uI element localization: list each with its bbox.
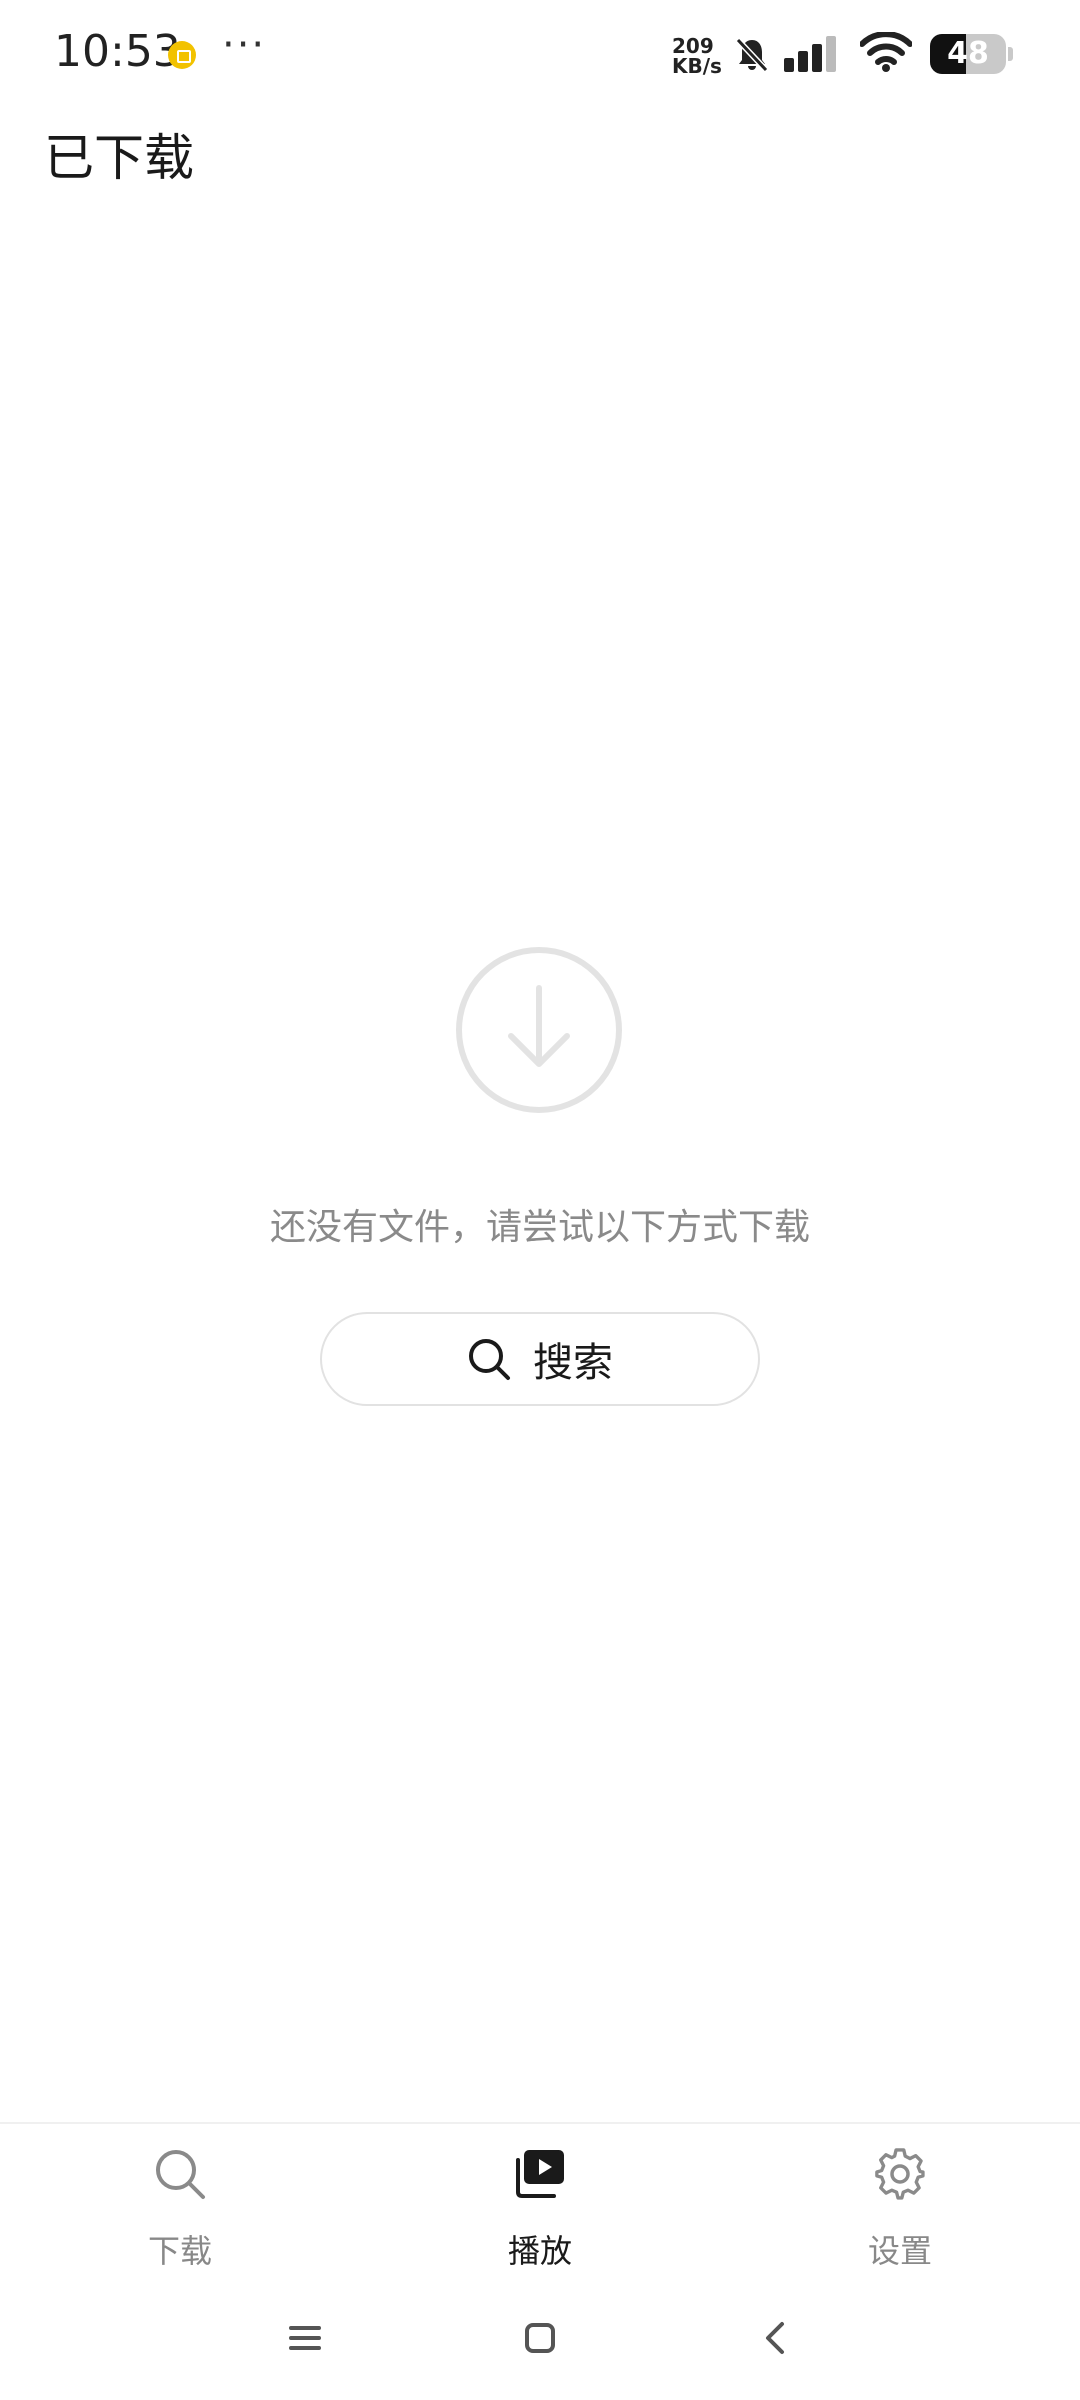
nav-label-play: 播放: [507, 2232, 572, 2270]
nav-label-download: 下载: [147, 2232, 212, 2270]
back-icon[interactable]: [736, 2298, 816, 2378]
empty-message: 还没有文件，请尝试以下方式下载: [269, 1207, 810, 1248]
gear-icon: [875, 2148, 925, 2200]
system-nav-bar: [0, 2272, 1080, 2400]
wifi-icon: [860, 32, 912, 72]
signal-icon: [784, 36, 836, 72]
nav-label-settings: 设置: [867, 2232, 932, 2270]
notification-dot-icon: [168, 41, 196, 69]
home-icon[interactable]: [500, 2298, 580, 2378]
battery-tip: [1008, 47, 1013, 61]
battery-icon: 48: [930, 34, 1006, 74]
search-button-label: 搜索: [533, 1340, 613, 1386]
bell-muted-icon: [735, 37, 769, 73]
status-time: 10:53: [54, 26, 181, 77]
bottom-nav: 下载 播放 设置: [0, 2122, 1080, 2272]
download-circle-icon: [456, 947, 622, 1113]
search-button[interactable]: 搜索: [320, 1312, 760, 1406]
nav-item-download[interactable]: 下载: [80, 2124, 280, 2274]
nav-item-settings[interactable]: 设置: [800, 2124, 1000, 2274]
search-icon: [156, 2150, 205, 2199]
search-icon: [469, 1339, 510, 1380]
page-title: 已下载: [44, 129, 194, 187]
battery-level: 48: [947, 36, 989, 71]
play-library-icon: [516, 2150, 564, 2198]
menu-icon[interactable]: [265, 2298, 345, 2378]
net-speed-unit: KB/s: [672, 54, 722, 78]
status-bar: 10:53 ··· 209 KB/s 48: [0, 0, 1080, 110]
status-more: ···: [222, 22, 267, 68]
net-speed: 209 KB/s: [672, 36, 732, 76]
net-speed-value: 209: [672, 34, 714, 58]
nav-item-play[interactable]: 播放: [440, 2124, 640, 2274]
